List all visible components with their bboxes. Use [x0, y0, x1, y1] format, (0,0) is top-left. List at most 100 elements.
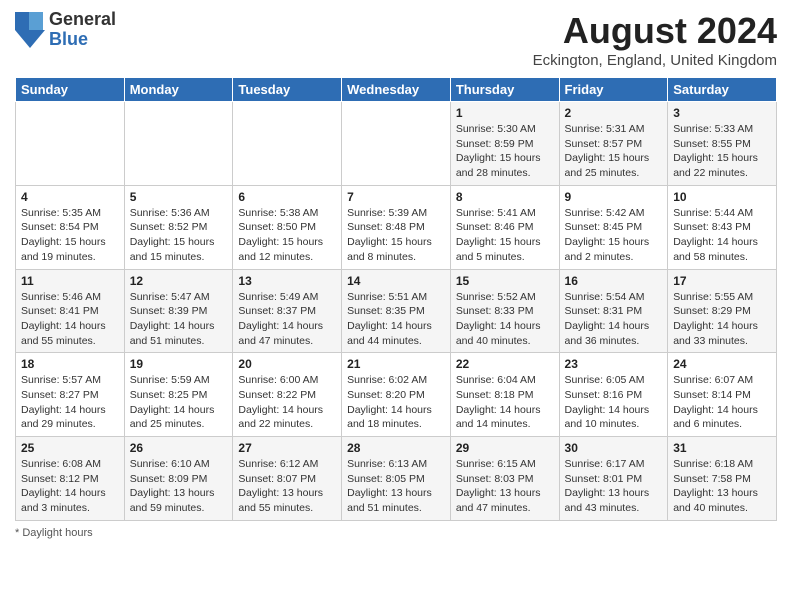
day-info: Sunrise: 5:33 AMSunset: 8:55 PMDaylight:… — [673, 122, 771, 181]
day-number: 10 — [673, 190, 771, 204]
day-info: Sunrise: 5:54 AMSunset: 8:31 PMDaylight:… — [565, 290, 663, 349]
day-number: 5 — [130, 190, 228, 204]
calendar-cell: 8 Sunrise: 5:41 AMSunset: 8:46 PMDaylight… — [450, 185, 559, 269]
page: General Blue August 2024 Eckington, Engl… — [0, 0, 792, 612]
day-number: 21 — [347, 357, 445, 371]
logo-icon — [15, 12, 45, 48]
calendar-cell: 9Sunrise: 5:42 AMSunset: 8:45 PMDaylight… — [559, 185, 668, 269]
weekday-header-tuesday: Tuesday — [233, 78, 342, 102]
day-number: 27 — [238, 441, 336, 455]
day-info: Sunrise: 6:13 AMSunset: 8:05 PMDaylight:… — [347, 457, 445, 516]
day-number: 3 — [673, 106, 771, 120]
day-number: 6 — [238, 190, 336, 204]
day-info: Sunrise: 5:55 AMSunset: 8:29 PMDaylight:… — [673, 290, 771, 349]
weekday-header-row: SundayMondayTuesdayWednesdayThursdayFrid… — [16, 78, 777, 102]
calendar-cell: 1 Sunrise: 5:30 AMSunset: 8:59 PMDaylight… — [450, 102, 559, 186]
calendar-cell: 3 Sunrise: 5:33 AMSunset: 8:55 PMDaylight… — [668, 102, 777, 186]
day-info: Sunrise: 6:00 AMSunset: 8:22 PMDaylight:… — [238, 373, 336, 432]
day-number: 24 — [673, 357, 771, 371]
day-info: Sunrise: 6:08 AMSunset: 8:12 PMDaylight:… — [21, 457, 119, 516]
day-info: Sunrise: 6:17 AMSunset: 8:01 PMDaylight:… — [565, 457, 663, 516]
calendar-cell — [233, 102, 342, 186]
day-number: 12 — [130, 274, 228, 288]
day-number: 23 — [565, 357, 663, 371]
day-info: Sunrise: 5:57 AMSunset: 8:27 PMDaylight:… — [21, 373, 119, 432]
calendar-cell: 19Sunrise: 5:59 AMSunset: 8:25 PMDayligh… — [124, 353, 233, 437]
day-number: 17 — [673, 274, 771, 288]
day-info: Sunrise: 6:02 AMSunset: 8:20 PMDaylight:… — [347, 373, 445, 432]
day-info: Sunrise: 5:44 AMSunset: 8:43 PMDaylight:… — [673, 206, 771, 265]
calendar-cell: 7 Sunrise: 5:39 AMSunset: 8:48 PMDaylight… — [342, 185, 451, 269]
location: Eckington, England, United Kingdom — [533, 52, 777, 69]
calendar-cell: 12 Sunrise: 5:47 AMSunset: 8:39 PMDayligh… — [124, 269, 233, 353]
day-number: 16 — [565, 274, 663, 288]
day-number: 29 — [456, 441, 554, 455]
day-info: Sunrise: 6:04 AMSunset: 8:18 PMDaylight:… — [456, 373, 554, 432]
calendar-cell: 10 Sunrise: 5:44 AMSunset: 8:43 PMDayligh… — [668, 185, 777, 269]
week-row-2: 4Sunrise: 5:35 AMSunset: 8:54 PMDaylight… — [16, 185, 777, 269]
day-number: 18 — [21, 357, 119, 371]
day-number: 13 — [238, 274, 336, 288]
day-info: Sunrise: 5:46 AMSunset: 8:41 PMDaylight:… — [21, 290, 119, 349]
day-number: 14 — [347, 274, 445, 288]
weekday-header-saturday: Saturday — [668, 78, 777, 102]
day-info: Sunrise: 5:41 AMSunset: 8:46 PMDaylight:… — [456, 206, 554, 265]
calendar-cell: 23Sunrise: 6:05 AMSunset: 8:16 PMDayligh… — [559, 353, 668, 437]
day-number: 7 — [347, 190, 445, 204]
day-number: 20 — [238, 357, 336, 371]
month-title: August 2024 — [533, 10, 777, 52]
day-info: Sunrise: 5:47 AMSunset: 8:39 PMDaylight:… — [130, 290, 228, 349]
day-info: Sunrise: 6:12 AMSunset: 8:07 PMDaylight:… — [238, 457, 336, 516]
calendar-table: SundayMondayTuesdayWednesdayThursdayFrid… — [15, 77, 777, 521]
day-number: 2 — [565, 106, 663, 120]
day-info: Sunrise: 5:59 AMSunset: 8:25 PMDaylight:… — [130, 373, 228, 432]
calendar-cell: 15 Sunrise: 5:52 AMSunset: 8:33 PMDayligh… — [450, 269, 559, 353]
weekday-header-thursday: Thursday — [450, 78, 559, 102]
day-info: Sunrise: 5:39 AMSunset: 8:48 PMDaylight:… — [347, 206, 445, 265]
day-info: Sunrise: 6:18 AMSunset: 7:58 PMDaylight:… — [673, 457, 771, 516]
calendar-cell: 4Sunrise: 5:35 AMSunset: 8:54 PMDaylight… — [16, 185, 125, 269]
calendar-cell: 22 Sunrise: 6:04 AMSunset: 8:18 PMDayligh… — [450, 353, 559, 437]
calendar-cell: 18 Sunrise: 5:57 AMSunset: 8:27 PMDayligh… — [16, 353, 125, 437]
calendar-cell — [342, 102, 451, 186]
footer-note: * Daylight hours — [15, 527, 777, 539]
footer-note-text: Daylight hours — [22, 527, 92, 539]
calendar-cell: 20 Sunrise: 6:00 AMSunset: 8:22 PMDayligh… — [233, 353, 342, 437]
day-info: Sunrise: 5:30 AMSunset: 8:59 PMDaylight:… — [456, 122, 554, 181]
day-info: Sunrise: 5:36 AMSunset: 8:52 PMDaylight:… — [130, 206, 228, 265]
weekday-header-friday: Friday — [559, 78, 668, 102]
calendar-cell: 29Sunrise: 6:15 AMSunset: 8:03 PMDayligh… — [450, 437, 559, 521]
calendar-cell — [124, 102, 233, 186]
calendar-cell: 28Sunrise: 6:13 AMSunset: 8:05 PMDayligh… — [342, 437, 451, 521]
calendar-cell: 25 Sunrise: 6:08 AMSunset: 8:12 PMDayligh… — [16, 437, 125, 521]
weekday-header-monday: Monday — [124, 78, 233, 102]
day-info: Sunrise: 6:07 AMSunset: 8:14 PMDaylight:… — [673, 373, 771, 432]
day-info: Sunrise: 5:35 AMSunset: 8:54 PMDaylight:… — [21, 206, 119, 265]
calendar-cell: 26 Sunrise: 6:10 AMSunset: 8:09 PMDayligh… — [124, 437, 233, 521]
weekday-header-sunday: Sunday — [16, 78, 125, 102]
day-number: 15 — [456, 274, 554, 288]
day-number: 25 — [21, 441, 119, 455]
logo-blue: Blue — [49, 30, 116, 50]
title-block: August 2024 Eckington, England, United K… — [533, 10, 777, 69]
calendar-cell: 6Sunrise: 5:38 AMSunset: 8:50 PMDaylight… — [233, 185, 342, 269]
header: General Blue August 2024 Eckington, Engl… — [15, 10, 777, 69]
day-number: 22 — [456, 357, 554, 371]
day-number: 1 — [456, 106, 554, 120]
calendar-cell: 24 Sunrise: 6:07 AMSunset: 8:14 PMDayligh… — [668, 353, 777, 437]
calendar-cell: 27 Sunrise: 6:12 AMSunset: 8:07 PMDayligh… — [233, 437, 342, 521]
calendar-cell: 21 Sunrise: 6:02 AMSunset: 8:20 PMDayligh… — [342, 353, 451, 437]
calendar-cell: 14Sunrise: 5:51 AMSunset: 8:35 PMDayligh… — [342, 269, 451, 353]
calendar-cell: 30 Sunrise: 6:17 AMSunset: 8:01 PMDayligh… — [559, 437, 668, 521]
day-info: Sunrise: 5:42 AMSunset: 8:45 PMDaylight:… — [565, 206, 663, 265]
calendar-cell: 5 Sunrise: 5:36 AMSunset: 8:52 PMDaylight… — [124, 185, 233, 269]
day-info: Sunrise: 6:10 AMSunset: 8:09 PMDaylight:… — [130, 457, 228, 516]
week-row-3: 11Sunrise: 5:46 AMSunset: 8:41 PMDayligh… — [16, 269, 777, 353]
day-number: 30 — [565, 441, 663, 455]
day-number: 8 — [456, 190, 554, 204]
calendar-cell: 2 Sunrise: 5:31 AMSunset: 8:57 PMDaylight… — [559, 102, 668, 186]
day-number: 26 — [130, 441, 228, 455]
day-info: Sunrise: 5:52 AMSunset: 8:33 PMDaylight:… — [456, 290, 554, 349]
calendar-cell: 31Sunrise: 6:18 AMSunset: 7:58 PMDayligh… — [668, 437, 777, 521]
day-info: Sunrise: 5:31 AMSunset: 8:57 PMDaylight:… — [565, 122, 663, 181]
